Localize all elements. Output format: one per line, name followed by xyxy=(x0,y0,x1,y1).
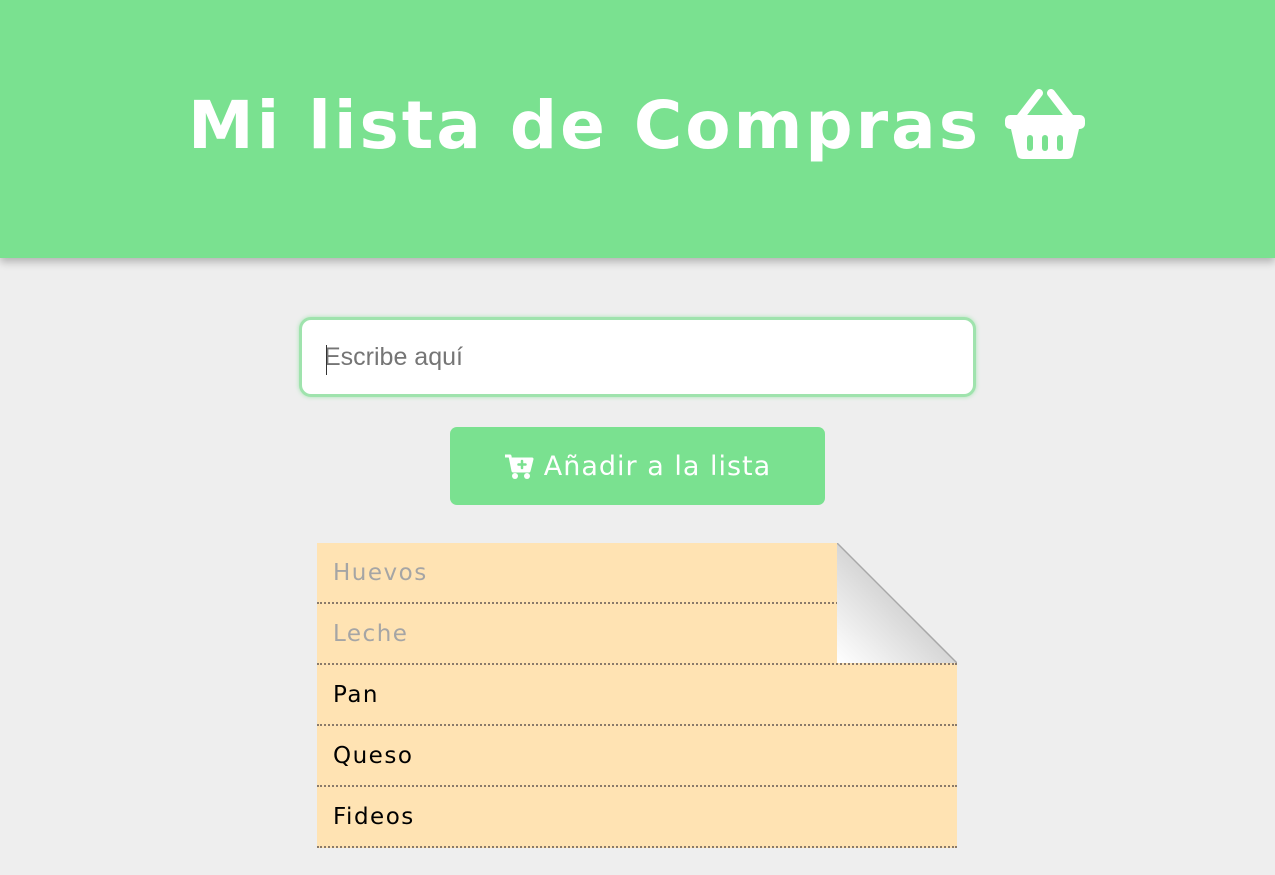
app-header: Mi lista de Compras xyxy=(0,0,1275,258)
list-item-label: Leche xyxy=(333,620,409,647)
list-item-label: Pan xyxy=(333,681,380,708)
cart-plus-icon xyxy=(504,454,534,479)
page-title: Mi lista de Compras xyxy=(187,86,982,164)
list-item[interactable]: Fideos xyxy=(317,787,957,848)
search-input-container xyxy=(299,317,976,397)
text-caret xyxy=(326,345,327,375)
list-item-label: Huevos xyxy=(333,559,428,586)
title-wrap: Mi lista de Compras xyxy=(188,87,1087,164)
item-input[interactable] xyxy=(302,320,973,394)
list-item-label: Queso xyxy=(333,742,414,769)
list-item[interactable]: Pan xyxy=(317,665,957,726)
list-item-label: Fideos xyxy=(333,803,415,830)
add-to-list-button[interactable]: Añadir a la lista xyxy=(450,427,825,505)
add-button-label: Añadir a la lista xyxy=(543,450,772,482)
shopping-basket-icon xyxy=(1005,89,1086,159)
page-curl-decoration xyxy=(837,543,957,663)
list-item[interactable]: Queso xyxy=(317,726,957,787)
